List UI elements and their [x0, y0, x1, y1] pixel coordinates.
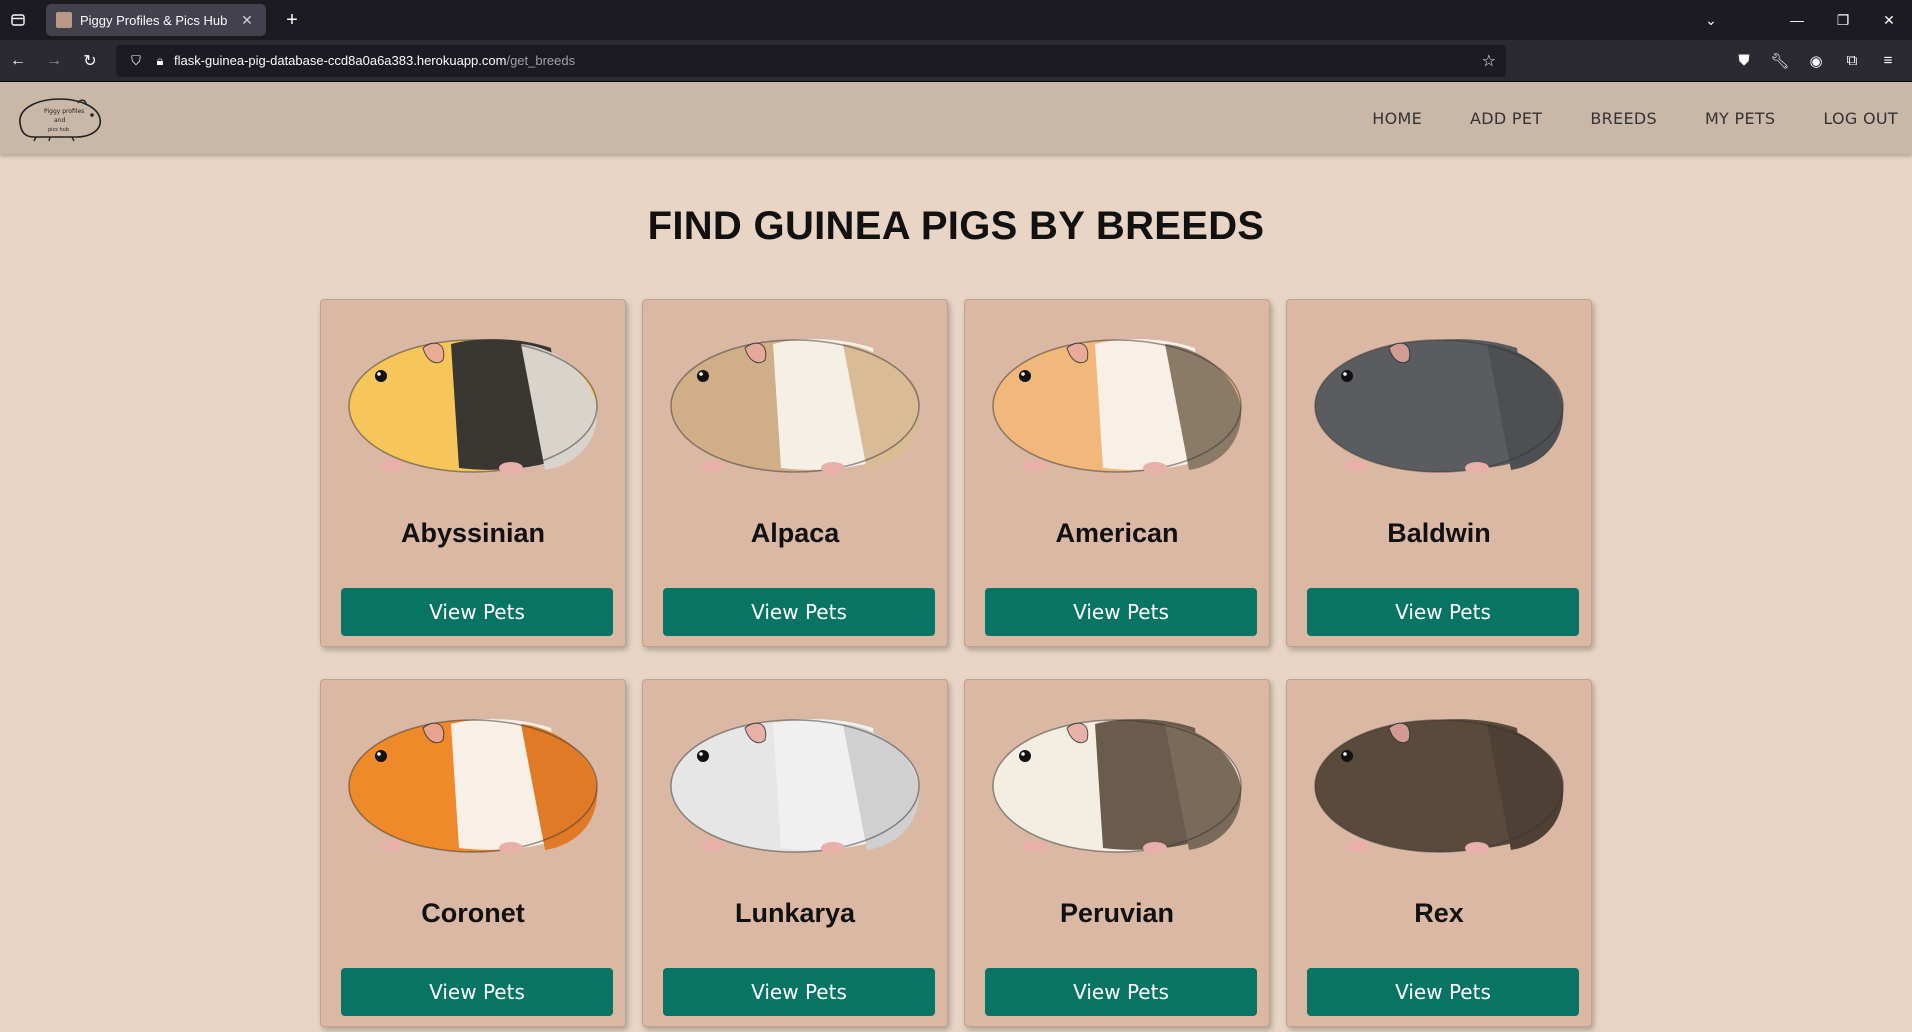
account-icon[interactable]: ◉: [1798, 52, 1834, 70]
restore-icon[interactable]: ❐: [1820, 12, 1866, 29]
guinea-pig-image: [992, 719, 1242, 854]
main-content: FIND GUINEA PIGS BY BREEDS Abyssinian Vie…: [0, 204, 1912, 1027]
breed-card-rex: Rex View Pets: [1286, 679, 1592, 1027]
back-icon[interactable]: ←: [0, 45, 36, 77]
view-pets-button[interactable]: View Pets: [341, 968, 613, 1016]
new-tab-icon[interactable]: +: [280, 9, 304, 32]
reload-icon[interactable]: ↻: [72, 45, 108, 77]
view-pets-button[interactable]: View Pets: [1307, 968, 1579, 1016]
breed-card-alpaca: Alpaca View Pets: [642, 299, 948, 647]
view-pets-button[interactable]: View Pets: [663, 968, 935, 1016]
site-favicon-icon: [56, 12, 72, 28]
view-pets-button[interactable]: View Pets: [663, 588, 935, 636]
breed-name: Abyssinian: [400, 518, 546, 548]
tools-icon[interactable]: 🔧︎: [1762, 52, 1798, 70]
guinea-pig-image: [1314, 719, 1564, 854]
guinea-pig-image: [670, 719, 920, 854]
breed-name: Peruvian: [1059, 898, 1175, 928]
site-logo[interactable]: Piggy profiles and pics hub: [14, 93, 106, 143]
page-title: FIND GUINEA PIGS BY BREEDS: [647, 204, 1265, 248]
minimize-icon[interactable]: —: [1774, 12, 1820, 28]
logo-text-mid: and: [54, 117, 65, 124]
pocket-icon[interactable]: ⛊: [1726, 52, 1762, 69]
breed-card-lunkarya: Lunkarya View Pets: [642, 679, 948, 1027]
nav-log-out[interactable]: LOG OUT: [1823, 109, 1898, 128]
nav-breeds[interactable]: BREEDS: [1590, 109, 1657, 128]
url-host: flask-guinea-pig-database-ccd8a0a6a383.h…: [174, 53, 507, 68]
nav-add-pet[interactable]: ADD PET: [1470, 109, 1542, 128]
logo-text-bottom: pics hub: [48, 127, 69, 133]
tracking-protection-icon[interactable]: ⛉: [126, 53, 146, 69]
window-controls: ⌄ — ❐ ✕: [1688, 0, 1912, 40]
view-pets-button[interactable]: View Pets: [341, 588, 613, 636]
forward-icon[interactable]: →: [36, 45, 72, 77]
toolbar-right: ⛊ 🔧︎ ◉ ⧉ ≡: [1726, 52, 1906, 70]
site-header: Piggy profiles and pics hub HOME ADD PET…: [0, 82, 1912, 154]
browser-tab-bar: Piggy Profiles & Pics Hub ✕ + ⌄ — ❐ ✕: [0, 0, 1912, 40]
tab-title: Piggy Profiles & Pics Hub: [80, 12, 228, 28]
list-all-tabs-icon[interactable]: ⌄: [1688, 12, 1734, 29]
breed-name: Rex: [1414, 898, 1464, 928]
bookmark-star-icon[interactable]: ☆: [1482, 51, 1496, 71]
guinea-pig-image: [348, 339, 598, 474]
guinea-pig-image: [1314, 339, 1564, 474]
breed-name: American: [1055, 518, 1179, 548]
extensions-icon[interactable]: ⧉: [1834, 52, 1870, 69]
guinea-pig-image: [992, 339, 1242, 474]
address-bar[interactable]: ⛉ 🔒︎ flask-guinea-pig-database-ccd8a0a6a…: [116, 44, 1506, 77]
breed-grid: Abyssinian View Pets Alpaca View Pets Americ…: [0, 299, 1912, 1027]
close-window-icon[interactable]: ✕: [1866, 12, 1912, 29]
tab-close-icon[interactable]: ✕: [238, 12, 256, 29]
breed-card-coronet: Coronet View Pets: [320, 679, 626, 1027]
lock-icon[interactable]: 🔒︎: [150, 53, 170, 69]
breed-card-baldwin: Baldwin View Pets: [1286, 299, 1592, 647]
logo-text-top: Piggy profiles: [44, 108, 84, 115]
tab-overview-icon[interactable]: [0, 0, 36, 40]
view-pets-button[interactable]: View Pets: [985, 968, 1257, 1016]
breed-name: Baldwin: [1387, 518, 1491, 548]
breed-card-peruvian: Peruvian View Pets: [964, 679, 1270, 1027]
breed-name: Coronet: [421, 898, 525, 928]
breed-card-american: American View Pets: [964, 299, 1270, 647]
breed-name: Alpaca: [750, 518, 840, 548]
browser-nav-bar: ← → ↻ ⛉ 🔒︎ flask-guinea-pig-database-ccd…: [0, 40, 1912, 82]
breed-card-abyssinian: Abyssinian View Pets: [320, 299, 626, 647]
site-nav: HOME ADD PET BREEDS MY PETS LOG OUT: [1372, 109, 1898, 128]
menu-icon[interactable]: ≡: [1870, 52, 1906, 69]
breed-name: Lunkarya: [734, 898, 856, 928]
guinea-pig-image: [670, 339, 920, 474]
guinea-pig-image: [348, 719, 598, 854]
view-pets-button[interactable]: View Pets: [1307, 588, 1579, 636]
nav-my-pets[interactable]: MY PETS: [1705, 109, 1775, 128]
browser-tab-active[interactable]: Piggy Profiles & Pics Hub ✕: [46, 4, 266, 36]
url-path: /get_breeds: [506, 53, 576, 68]
view-pets-button[interactable]: View Pets: [985, 588, 1257, 636]
nav-home[interactable]: HOME: [1372, 109, 1422, 128]
